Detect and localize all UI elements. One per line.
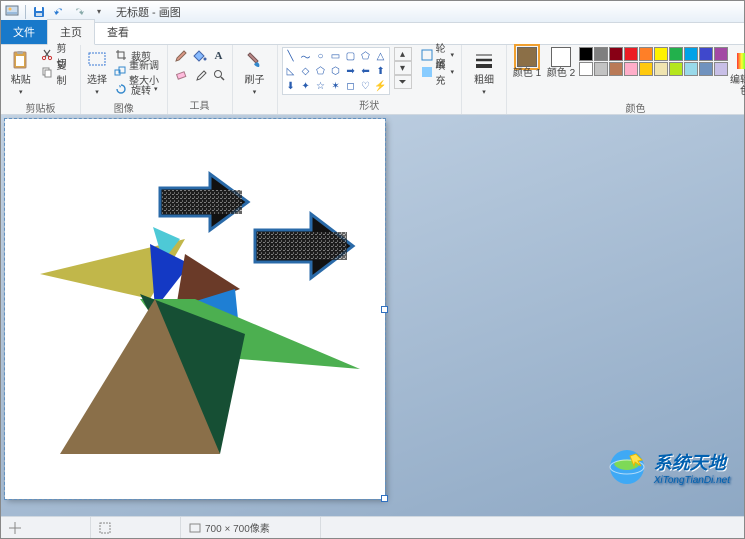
group-tools: A 工具 [168,45,233,114]
color-swatch-13[interactable] [624,62,638,76]
select-button[interactable]: 选择▾ [85,47,109,99]
rotate-button[interactable]: 旋转 ▾ [111,81,163,97]
color-swatch-16[interactable] [669,62,683,76]
watermark-url: XiTongTianDi.net [654,475,730,486]
tool-pencil[interactable] [172,47,190,65]
shape-fill-button[interactable]: 填充 ▾ [418,64,458,80]
window-title: 无标题 - 画图 [116,4,181,20]
shape-callout[interactable]: ◻ [344,79,358,93]
shapes-more[interactable]: ⏷ [394,75,412,89]
copy-button[interactable]: 复制 [38,64,76,80]
color-swatch-14[interactable] [639,62,653,76]
save-button[interactable] [30,3,48,21]
color1-button[interactable]: 颜色 1 [511,47,543,99]
color-swatch-4[interactable] [639,47,653,61]
shape-line[interactable]: ╲ [284,49,298,63]
group-label-shapes: 形状 [282,96,458,114]
group-shapes: ╲ 〜 ○ ▭ ▢ ⬠ △ ◺ ◇ ⬠ ⬡ ➡ ⬅ ⬆ ⬇ ✦ ☆ [278,45,463,114]
selection-icon [99,522,111,534]
shape-star6[interactable]: ✶ [329,79,343,93]
qat-customize[interactable]: ▾ [90,3,108,21]
color-swatch-15[interactable] [654,62,668,76]
shape-diamond[interactable]: ◇ [299,64,313,78]
shape-rtriangle[interactable]: ◺ [284,64,298,78]
shape-triangle[interactable]: △ [374,49,388,63]
color-swatch-1[interactable] [594,47,608,61]
canvas[interactable] [5,119,385,499]
canvas-content [5,119,385,499]
group-stroke: 粗细▾ [462,45,507,114]
color-swatch-3[interactable] [624,47,638,61]
shape-star5[interactable]: ☆ [314,79,328,93]
group-brushes: 刷子▾ [233,45,278,114]
shape-lightning[interactable]: ⚡ [374,79,388,93]
shape-heart[interactable]: ♡ [359,79,373,93]
color-swatch-17[interactable] [684,62,698,76]
color-swatch-8[interactable] [699,47,713,61]
status-bar: 700 × 700像素 [1,516,744,538]
brushes-button[interactable]: 刷子▾ [237,47,273,99]
shape-rect[interactable]: ▭ [329,49,343,63]
paste-button[interactable]: 粘贴▾ [5,47,36,99]
shape-oval[interactable]: ○ [314,49,328,63]
shape-arrow-u[interactable]: ⬆ [374,64,388,78]
shape-star4[interactable]: ✦ [299,79,313,93]
shapes-gallery[interactable]: ╲ 〜 ○ ▭ ▢ ⬠ △ ◺ ◇ ⬠ ⬡ ➡ ⬅ ⬆ ⬇ ✦ ☆ [282,47,390,95]
tool-picker[interactable] [191,66,209,84]
shapes-scroll-up[interactable]: ▴ [394,47,412,61]
shapes-scroll-down[interactable]: ▾ [394,61,412,75]
group-clipboard: 粘贴▾ 剪切 复制 剪贴板 [1,45,81,114]
watermark: 系统天地 XiTongTianDi.net [606,446,730,488]
tab-file[interactable]: 文件 [1,20,47,44]
canvas-size-icon [189,522,201,534]
group-label-tools: 工具 [172,96,228,114]
tool-eraser[interactable] [172,66,190,84]
ribbon: 粘贴▾ 剪切 复制 剪贴板 选择▾ 裁剪 重新调整大小 旋转 ▾ [1,45,744,115]
tool-text[interactable]: A [210,47,228,65]
color-swatch-6[interactable] [669,47,683,61]
color-swatch-7[interactable] [684,47,698,61]
color-swatch-18[interactable] [699,62,713,76]
stroke-width-button[interactable]: 粗细▾ [466,47,502,99]
shape-roundrect[interactable]: ▢ [344,49,358,63]
color-swatch-5[interactable] [654,47,668,61]
color-swatch-0[interactable] [579,47,593,61]
color-swatch-11[interactable] [594,62,608,76]
shape-curve[interactable]: 〜 [299,49,313,63]
redo-button[interactable] [70,3,88,21]
color2-button[interactable]: 颜色 2 [545,47,577,99]
shape-arrow-r[interactable]: ➡ [344,64,358,78]
watermark-title: 系统天地 [654,449,726,475]
color-swatch-9[interactable] [714,47,728,61]
tool-fill[interactable] [191,47,209,65]
color-swatch-2[interactable] [609,47,623,61]
color-swatch-10[interactable] [579,62,593,76]
color-swatch-12[interactable] [609,62,623,76]
globe-icon [606,446,648,488]
shape-pentagon[interactable]: ⬠ [314,64,328,78]
workspace[interactable]: 系统天地 XiTongTianDi.net [1,115,744,516]
status-size: 700 × 700像素 [181,517,321,538]
crosshair-icon [9,522,21,534]
status-position [1,517,91,538]
color-palette [579,47,728,76]
quick-access-toolbar: ▾ [23,3,108,21]
edit-colors-button[interactable]: 编辑颜色 [730,47,745,99]
color-swatch-19[interactable] [714,62,728,76]
shape-arrow-d[interactable]: ⬇ [284,79,298,93]
shape-hexagon[interactable]: ⬡ [329,64,343,78]
app-icon [5,5,19,19]
group-colors: 颜色 1 颜色 2 编辑颜色 颜色 [507,45,745,114]
shape-arrow-l[interactable]: ⬅ [359,64,373,78]
shape-polygon[interactable]: ⬠ [359,49,373,63]
undo-button[interactable] [50,3,68,21]
resize-button[interactable]: 重新调整大小 [111,64,163,80]
tab-view[interactable]: 查看 [95,20,141,44]
group-image: 选择▾ 裁剪 重新调整大小 旋转 ▾ 图像 [81,45,168,114]
status-selection [91,517,181,538]
tool-magnifier[interactable] [210,66,228,84]
ribbon-tabs: 文件 主页 查看 [1,23,744,45]
